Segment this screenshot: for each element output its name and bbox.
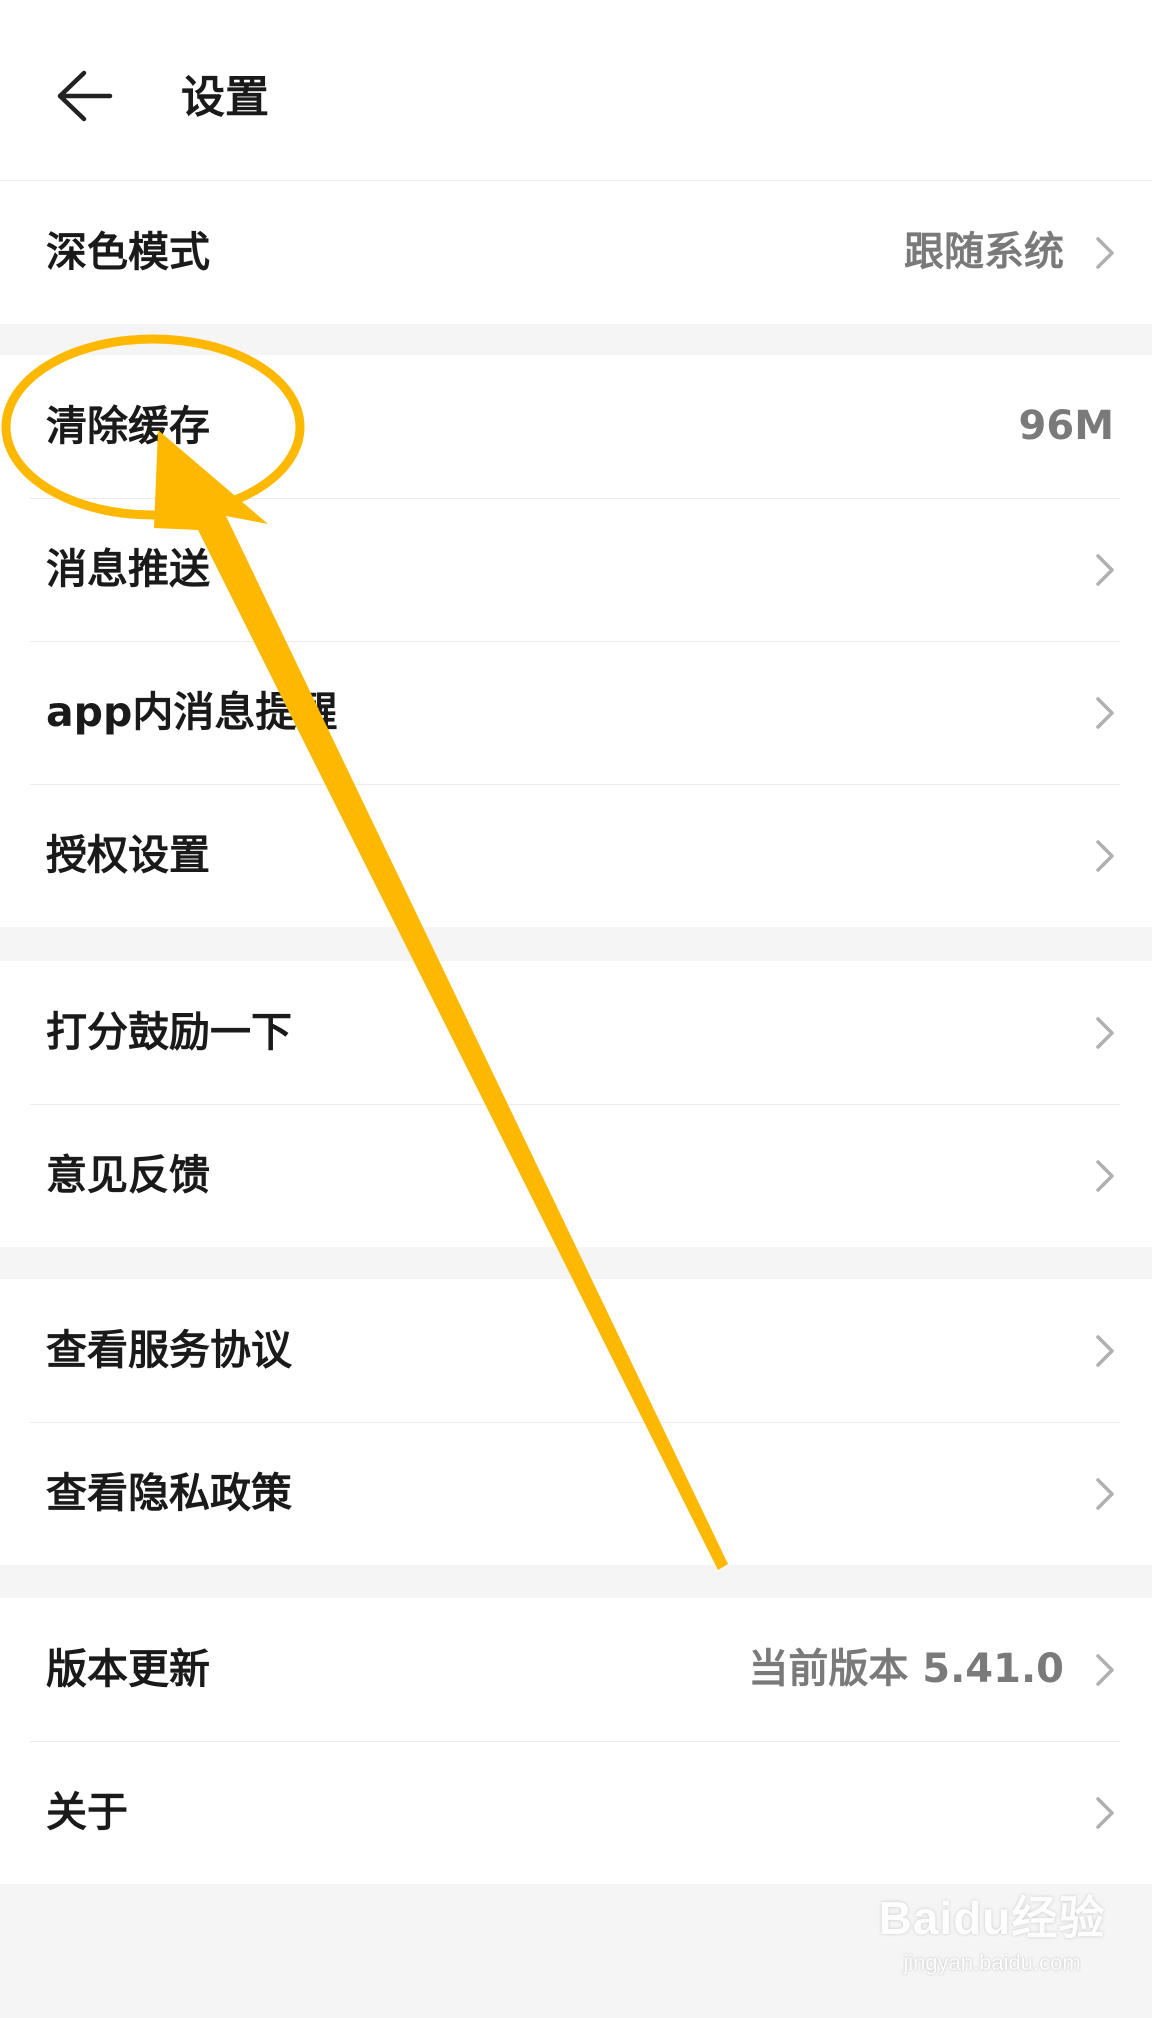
row-label: 查看服务协议 xyxy=(46,1326,292,1374)
setting-row-in-app-reminders[interactable]: app内消息提醒 xyxy=(0,641,1152,784)
page-title: 设置 xyxy=(181,72,269,123)
settings-group-feedback: 打分鼓励一下 意见反馈 xyxy=(0,961,1152,1247)
row-label: 深色模式 xyxy=(46,228,210,276)
watermark-site: jingyan.baidu.com xyxy=(903,1950,1081,1975)
setting-row-privacy-policy[interactable]: 查看隐私政策 xyxy=(0,1422,1152,1565)
row-label: app内消息提醒 xyxy=(46,688,338,736)
setting-row-rate-app[interactable]: 打分鼓励一下 xyxy=(0,961,1152,1104)
chevron-right-icon xyxy=(1096,697,1114,729)
arrow-left-icon xyxy=(57,70,113,122)
chevron-right-icon xyxy=(1096,237,1114,269)
setting-row-feedback[interactable]: 意见反馈 xyxy=(0,1104,1152,1247)
header-bar: 设置 xyxy=(0,0,1152,181)
chevron-right-icon xyxy=(1096,1797,1114,1829)
row-label: 打分鼓励一下 xyxy=(46,1008,292,1056)
row-label: 授权设置 xyxy=(46,831,210,879)
row-label: 查看隐私政策 xyxy=(46,1469,292,1517)
chevron-right-icon xyxy=(1096,1478,1114,1510)
chevron-right-icon xyxy=(1096,840,1114,872)
setting-row-about[interactable]: 关于 xyxy=(0,1741,1152,1884)
chevron-right-icon xyxy=(1096,1017,1114,1049)
back-button[interactable] xyxy=(40,50,130,140)
cache-size-value: 96M xyxy=(1018,403,1114,449)
row-value: 跟随系统 xyxy=(904,229,1064,275)
row-label: 清除缓存 xyxy=(46,402,210,450)
setting-row-version-update[interactable]: 版本更新 当前版本 5.41.0 xyxy=(0,1598,1152,1741)
row-label: 关于 xyxy=(46,1788,128,1836)
chevron-right-icon xyxy=(1096,1160,1114,1192)
chevron-right-icon xyxy=(1096,1335,1114,1367)
chevron-right-icon xyxy=(1096,1654,1114,1686)
settings-group-general: 清除缓存 96M 消息推送 app内消息提醒 授权设置 xyxy=(0,355,1152,927)
setting-row-service-agreement[interactable]: 查看服务协议 xyxy=(0,1279,1152,1422)
settings-group-about: 版本更新 当前版本 5.41.0 关于 xyxy=(0,1598,1152,1884)
row-label: 消息推送 xyxy=(46,545,210,593)
watermark-logo: Baidu经验 xyxy=(878,1892,1106,1944)
setting-row-clear-cache[interactable]: 清除缓存 96M xyxy=(0,355,1152,498)
settings-group-legal: 查看服务协议 查看隐私政策 xyxy=(0,1279,1152,1565)
setting-row-authorization[interactable]: 授权设置 xyxy=(0,784,1152,927)
version-value: 当前版本 5.41.0 xyxy=(748,1646,1064,1692)
settings-group-display: 深色模式 跟随系统 xyxy=(0,181,1152,324)
chevron-right-icon xyxy=(1096,554,1114,586)
baidu-jingyan-watermark: Baidu经验 jingyan.baidu.com xyxy=(862,1888,1122,1998)
setting-row-push-notifications[interactable]: 消息推送 xyxy=(0,498,1152,641)
setting-row-dark-mode[interactable]: 深色模式 跟随系统 xyxy=(0,181,1152,324)
row-label: 版本更新 xyxy=(46,1645,210,1693)
row-label: 意见反馈 xyxy=(46,1151,210,1199)
